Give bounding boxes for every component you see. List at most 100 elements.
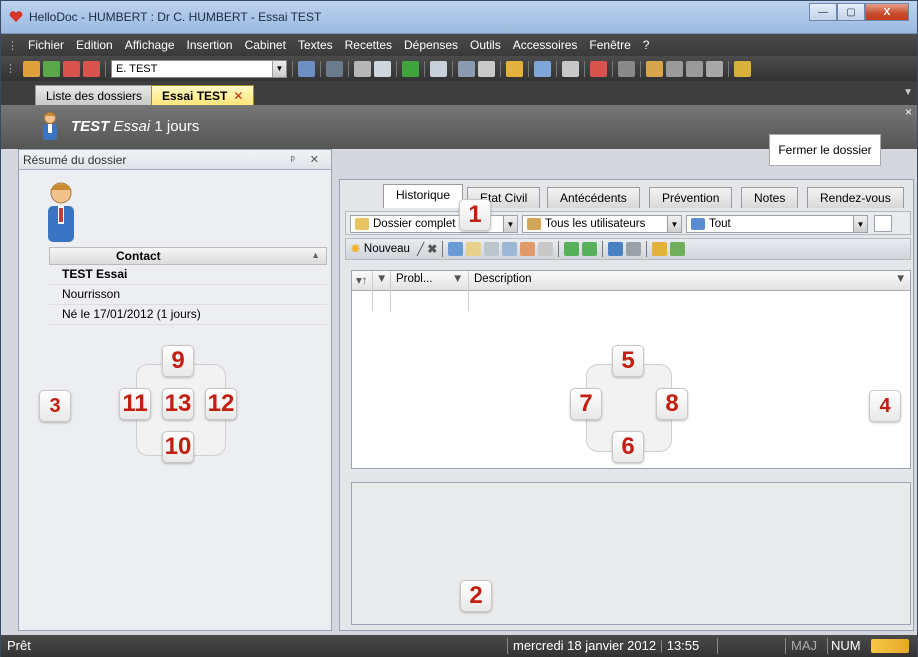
tab-liste-des-dossiers[interactable]: Liste des dossiers — [35, 85, 154, 105]
chevron-down-icon[interactable]: ▼ — [853, 216, 867, 232]
save-icon[interactable] — [326, 60, 343, 77]
letter-icon[interactable] — [538, 242, 554, 256]
chevron-down-icon[interactable]: ▼ — [503, 216, 517, 232]
print-preview-icon[interactable] — [374, 60, 391, 77]
document-icon[interactable] — [562, 60, 579, 77]
image-icon[interactable] — [608, 242, 624, 256]
separator — [396, 60, 397, 77]
tab-rendez-vous[interactable]: Rendez-vous — [807, 187, 904, 208]
menu-outils[interactable]: Outils — [464, 38, 507, 52]
chevron-down-icon[interactable]: ▼ — [903, 87, 913, 98]
pin-close-icons[interactable]: ᵖ ✕ — [291, 153, 325, 166]
id-card-icon[interactable] — [430, 60, 447, 77]
chevron-down-icon[interactable]: ▼ — [376, 273, 387, 285]
patients-icon[interactable] — [298, 60, 315, 77]
user-filter-value: Tous les utilisateurs — [545, 218, 646, 230]
tab-label: Liste des dossiers — [46, 88, 143, 103]
tab-notes[interactable]: Notes — [741, 187, 799, 208]
import-icon[interactable] — [686, 60, 703, 77]
new-button[interactable]: Nouveau — [364, 243, 410, 255]
menu-affichage[interactable]: Affichage — [119, 38, 181, 52]
chevron-down-icon[interactable]: ▼ — [667, 216, 681, 232]
menu-insertion[interactable]: Insertion — [181, 38, 239, 52]
contact-category: Nourrisson — [62, 287, 121, 301]
prescription-icon[interactable] — [520, 242, 536, 256]
tools-icon[interactable] — [502, 242, 518, 256]
tab-antecedents[interactable]: Antécédents — [547, 187, 640, 208]
agenda-icon[interactable] — [83, 60, 100, 77]
divider — [785, 638, 786, 654]
patient-combo[interactable]: E. TEST ▼ — [111, 59, 287, 78]
print-icon[interactable] — [354, 60, 371, 77]
sort-icon[interactable]: ▾↑ — [356, 273, 368, 287]
card-icon[interactable] — [23, 60, 40, 77]
status-date-text: mercredi 18 janvier 2012 — [513, 638, 657, 653]
close-icon[interactable]: × — [905, 105, 912, 119]
column-divider — [390, 271, 391, 311]
menu-bar: ⋮ Fichier Edition Affichage Insertion Ca… — [1, 34, 917, 56]
scan-icon[interactable] — [670, 242, 686, 256]
menu-accessoires[interactable]: Accessoires — [507, 38, 584, 52]
close-window-button[interactable]: X — [865, 3, 909, 21]
separator — [320, 60, 321, 77]
close-tab-icon[interactable]: ✕ — [233, 89, 243, 103]
export-icon[interactable] — [666, 60, 683, 77]
add-icon[interactable] — [402, 60, 419, 77]
glasses-icon[interactable] — [874, 215, 892, 232]
separator — [612, 60, 613, 77]
note-icon[interactable] — [466, 242, 482, 256]
menu-cabinet[interactable]: Cabinet — [239, 38, 292, 52]
heart-icon[interactable] — [590, 60, 607, 77]
menu-fichier[interactable]: Fichier — [22, 38, 70, 52]
menu-edition[interactable]: Edition — [70, 38, 119, 52]
add-result-icon[interactable] — [582, 242, 598, 256]
status-time: 13:55 — [666, 638, 700, 653]
html-icon[interactable] — [448, 242, 464, 256]
separator — [728, 60, 729, 77]
num-lock-indicator: NUM — [831, 638, 861, 653]
type-filter[interactable]: Tout ▼ — [686, 215, 868, 233]
globe-icon[interactable] — [458, 60, 475, 77]
separator — [556, 60, 557, 77]
stethoscope-icon[interactable] — [478, 60, 495, 77]
import-icon[interactable] — [652, 242, 668, 256]
minimize-button[interactable]: — — [809, 3, 837, 21]
menu-depenses[interactable]: Dépenses — [398, 38, 464, 52]
maximize-button[interactable]: ▢ — [837, 3, 865, 21]
record-icon[interactable] — [618, 60, 635, 77]
edit-icon[interactable]: ╱ — [417, 242, 424, 256]
menu-recettes[interactable]: Recettes — [339, 38, 398, 52]
measure-icon[interactable] — [484, 242, 500, 256]
column-description[interactable]: Description — [474, 273, 532, 285]
user-filter[interactable]: Tous les utilisateurs ▼ — [522, 215, 682, 233]
download-icon[interactable] — [506, 60, 523, 77]
screen-icon[interactable] — [43, 60, 60, 77]
add-exam-icon[interactable] — [564, 242, 580, 256]
contact-section-header[interactable]: Contact ▲ — [49, 247, 327, 265]
home-icon[interactable] — [734, 60, 751, 77]
calendar-icon[interactable] — [63, 60, 80, 77]
upload-icon[interactable] — [706, 60, 723, 77]
mail-icon[interactable] — [534, 60, 551, 77]
tab-historique[interactable]: Historique — [383, 184, 464, 208]
action-toolbar: ✸ Nouveau ╱ ✖ — [345, 238, 911, 260]
column-probleme[interactable]: Probl... — [396, 273, 432, 285]
tab-prevention[interactable]: Prévention — [649, 187, 733, 208]
menu-fenetre[interactable]: Fenêtre — [583, 38, 636, 52]
menu-help[interactable]: ? — [637, 38, 656, 52]
world-icon[interactable] — [646, 60, 663, 77]
separator — [452, 60, 453, 77]
separator — [602, 241, 604, 257]
chevron-down-icon[interactable]: ▼ — [272, 60, 286, 77]
attachment-icon[interactable] — [626, 242, 642, 256]
divider — [827, 638, 828, 654]
menu-textes[interactable]: Textes — [292, 38, 339, 52]
close-file-button[interactable]: Fermer le dossier — [769, 134, 881, 166]
collapse-icon[interactable]: ▲ — [311, 250, 320, 260]
chevron-down-icon[interactable]: ▼ — [895, 273, 906, 285]
dossier-filter[interactable]: Dossier complet ▼ — [350, 215, 518, 233]
chevron-down-icon[interactable]: ▼ — [452, 273, 463, 285]
delete-icon[interactable]: ✖ — [427, 242, 437, 256]
separator — [584, 60, 585, 77]
tab-essai-test[interactable]: Essai TEST ✕ — [151, 85, 255, 105]
